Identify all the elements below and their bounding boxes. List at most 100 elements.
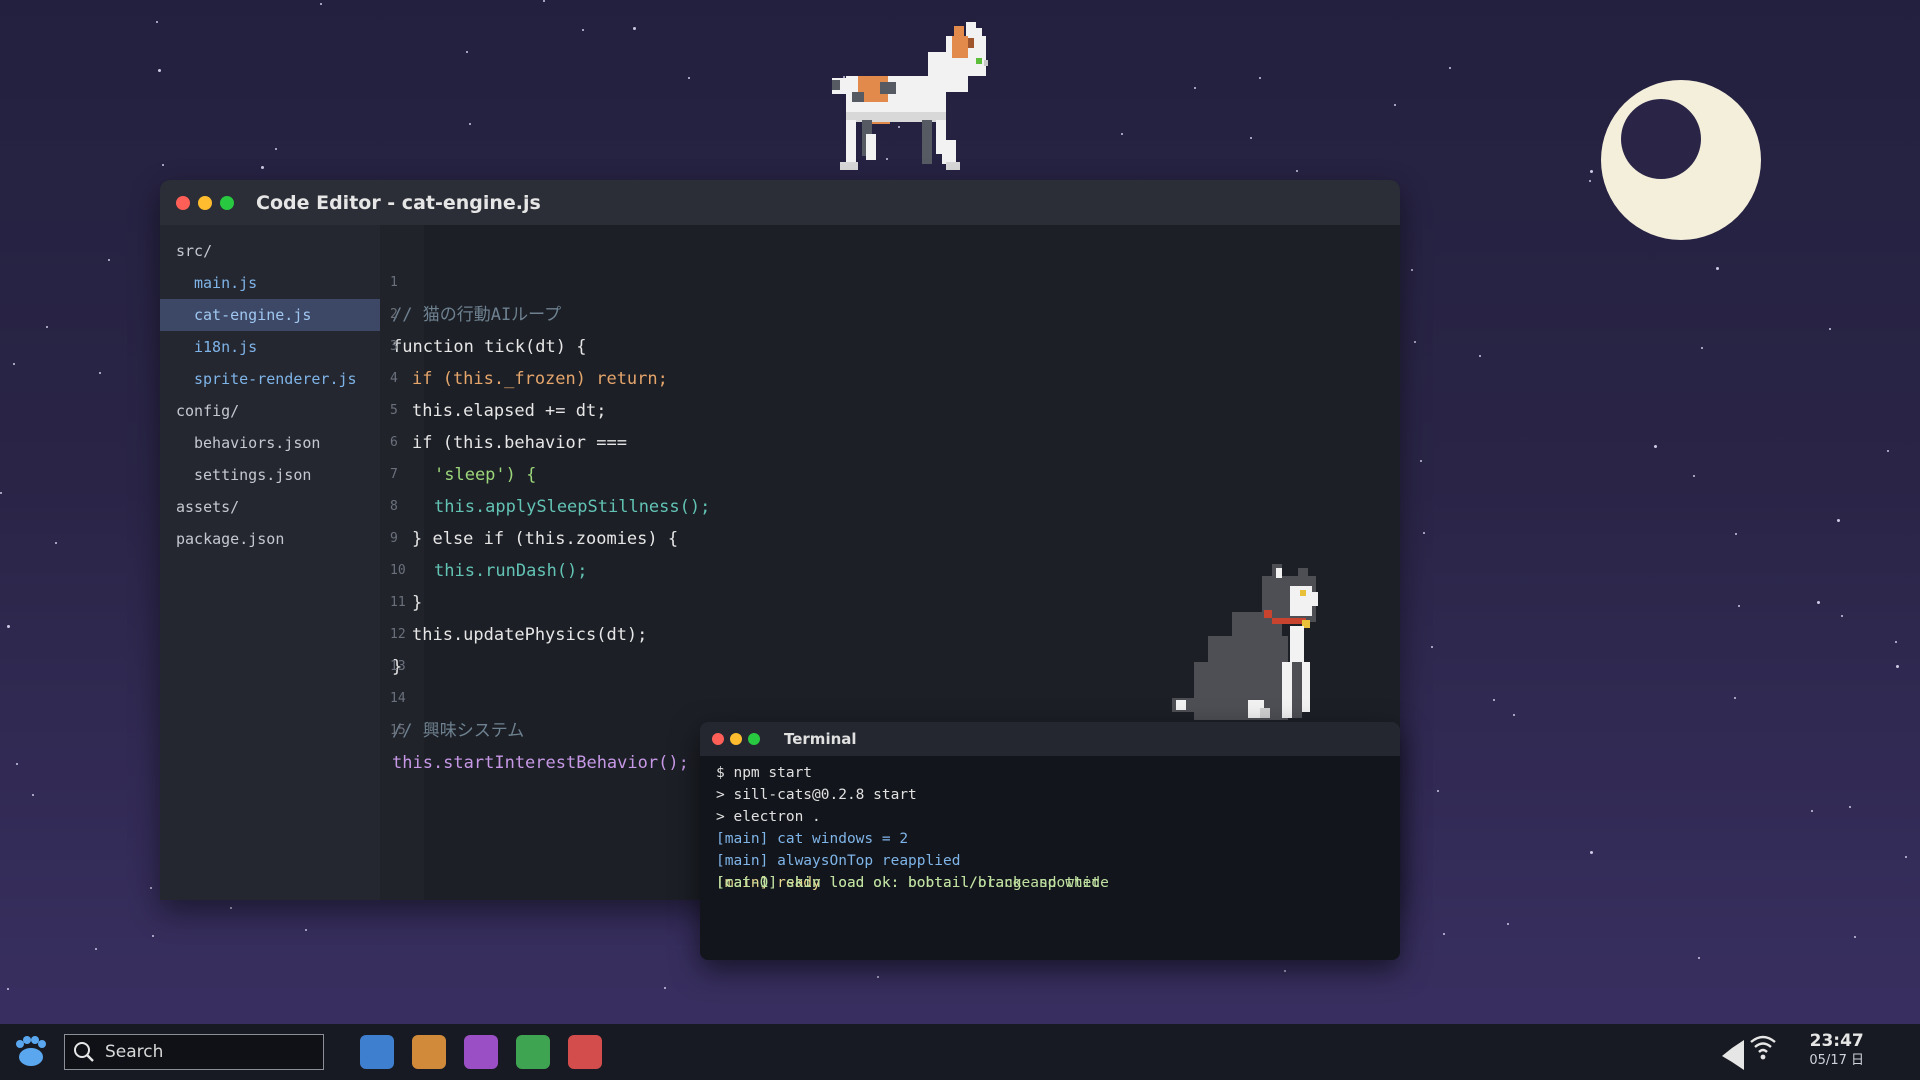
star — [1654, 445, 1657, 448]
terminal-output[interactable]: $ npm start > sill-cats@0.2.8 start > el… — [700, 756, 1400, 894]
star — [16, 763, 18, 765]
star — [156, 21, 158, 23]
star — [158, 69, 161, 72]
code-line[interactable]: 12 } — [380, 587, 462, 677]
maximize-button[interactable] — [748, 733, 760, 745]
star — [1829, 328, 1831, 330]
code-line[interactable]: 3 if (this._frozen) return; — [380, 299, 668, 389]
star — [1895, 641, 1897, 643]
star — [1420, 460, 1422, 462]
code-line[interactable]: 10 } — [380, 523, 462, 613]
star — [582, 29, 584, 31]
file-cat-engine-js[interactable]: cat-engine.js — [160, 299, 380, 331]
file-i18n-js[interactable]: i18n.js — [160, 331, 380, 363]
star — [108, 259, 110, 261]
folder-assets[interactable]: assets/ — [160, 491, 380, 523]
search-input[interactable] — [103, 1041, 307, 1063]
clock-time: 23:47 — [1809, 1031, 1864, 1051]
star — [320, 3, 322, 5]
file-behaviors-json[interactable]: behaviors.json — [160, 427, 380, 459]
close-button[interactable] — [176, 195, 190, 210]
volume-icon[interactable] — [1720, 1024, 1746, 1080]
editor-titlebar[interactable]: Code Editor - cat-engine.js — [160, 180, 1400, 225]
star — [1896, 665, 1899, 668]
code-line[interactable]: 13 — [380, 619, 462, 674]
star — [1837, 519, 1840, 522]
code-line[interactable]: 7 this.applySleepStillness(); — [380, 427, 710, 517]
star — [469, 123, 471, 125]
star — [1589, 180, 1591, 182]
paw-icon[interactable] — [14, 1035, 48, 1069]
star — [230, 907, 232, 909]
star — [1698, 957, 1700, 959]
close-button[interactable] — [712, 733, 724, 745]
code-line[interactable]: 1 // 猫の行動AIループ — [380, 235, 561, 325]
star — [1738, 605, 1740, 607]
terminal-window[interactable]: Terminal $ npm start > sill-cats@0.2.8 s… — [700, 722, 1400, 960]
star — [1849, 806, 1851, 808]
star — [688, 77, 690, 79]
star — [1513, 714, 1515, 716]
app-green-button[interactable] — [516, 1035, 550, 1069]
editor-title: Code Editor - cat-engine.js — [256, 191, 541, 214]
code-line[interactable]: 11 this.updatePhysics(dt); — [380, 555, 647, 645]
star — [7, 988, 9, 990]
code-text: this.startInterestBehavior(); — [392, 753, 689, 773]
star — [1443, 933, 1445, 935]
code-line[interactable]: 8 } else if (this.zoomies) { — [380, 459, 678, 549]
file-main-js[interactable]: main.js — [160, 267, 380, 299]
terminal-titlebar[interactable]: Terminal — [700, 722, 1400, 756]
star — [877, 976, 879, 978]
star — [32, 794, 34, 796]
star — [1431, 646, 1433, 648]
file-settings-json[interactable]: settings.json — [160, 459, 380, 491]
code-line[interactable]: 5 if (this.behavior === — [380, 363, 627, 453]
line-number: 15 — [390, 723, 406, 738]
star — [150, 887, 152, 889]
search-box[interactable] — [64, 1034, 324, 1070]
star — [1701, 347, 1703, 349]
tuxedo-cat-sprite[interactable] — [1172, 562, 1350, 722]
wifi-icon[interactable] — [1748, 1024, 1778, 1080]
file-sprite-renderer-js[interactable]: sprite-renderer.js — [160, 363, 380, 395]
search-icon — [74, 1042, 94, 1062]
clock-date: 05/17 日 — [1809, 1053, 1864, 1068]
code-line[interactable]: 14 // 興味システム — [380, 651, 524, 741]
taskbar: 23:47 05/17 日 — [0, 1024, 1920, 1080]
calico-cat-sprite[interactable] — [828, 22, 1018, 180]
system-clock[interactable]: 23:47 05/17 日 — [1809, 1030, 1864, 1070]
crescent-moon — [1601, 80, 1761, 240]
code-line[interactable]: 9 this.runDash(); — [380, 491, 588, 581]
folder-config[interactable]: config/ — [160, 395, 380, 427]
star — [633, 27, 636, 30]
code-line[interactable]: 15 this.startInterestBehavior(); — [380, 683, 689, 773]
app-orange-button[interactable] — [412, 1035, 446, 1069]
star — [1121, 133, 1123, 135]
terminal-line: $ npm start — [716, 765, 813, 781]
folder-src[interactable]: src/ — [160, 235, 380, 267]
code-line[interactable]: 6 'sleep') { — [380, 395, 536, 485]
star — [1493, 699, 1495, 701]
app-red-button[interactable] — [568, 1035, 602, 1069]
app-purple-button[interactable] — [464, 1035, 498, 1069]
star — [1250, 137, 1252, 139]
code-line[interactable]: 2 function tick(dt) { — [380, 267, 586, 357]
file-package-json[interactable]: package.json — [160, 523, 380, 555]
maximize-button[interactable] — [220, 195, 234, 210]
file-explorer[interactable]: src/ main.js cat-engine.js i18n.js sprit… — [160, 225, 380, 900]
star — [1590, 170, 1593, 173]
star — [1590, 851, 1593, 854]
star — [1693, 475, 1695, 477]
minimize-button[interactable] — [730, 733, 742, 745]
terminal-title: Terminal — [784, 730, 857, 748]
moon-shadow — [1621, 99, 1701, 179]
star — [1716, 267, 1719, 270]
star — [1479, 355, 1481, 357]
app-blue-button[interactable] — [360, 1035, 394, 1069]
star — [664, 987, 666, 989]
star — [1854, 936, 1856, 938]
star — [1259, 77, 1261, 79]
code-line[interactable]: 4 this.elapsed += dt; — [380, 331, 606, 421]
minimize-button[interactable] — [198, 195, 212, 210]
star — [95, 948, 97, 950]
